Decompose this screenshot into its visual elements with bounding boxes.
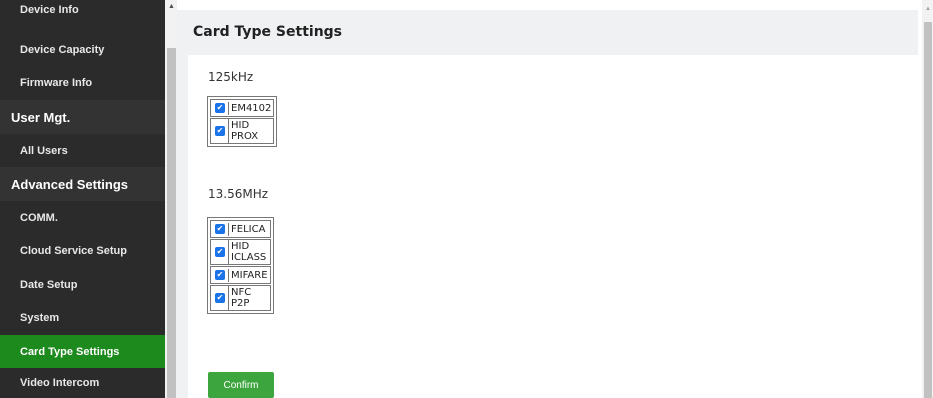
sidebar-item-system[interactable]: System [0,301,165,335]
sidebar-scrollbar-thumb[interactable] [167,48,176,398]
sidebar-scrollbar[interactable]: ▲ [165,0,177,398]
checkbox-icon[interactable]: ✔ [215,247,225,257]
card-name: FELICA [228,222,267,236]
confirm-button[interactable]: Confirm [208,372,274,398]
card-table-125khz: ✔ EM4102 ✔ HID PROX [207,96,278,147]
checkbox-icon[interactable]: ✔ [215,126,225,136]
card-name: EM4102 [228,101,273,115]
scroll-up-arrow-icon[interactable]: ▲ [925,6,931,12]
card-table-13-56mhz: ✔ FELICA ✔ HID ICLASS ✔ MIFARE ✔ NFC P2P [207,217,274,314]
sidebar: Device Info Device Capacity Firmware Inf… [0,0,165,398]
sidebar-item-device-info[interactable]: Device Info [0,0,165,29]
card-name: HID PROX [228,119,260,143]
card-option-em4102[interactable]: ✔ EM4102 [210,99,275,117]
checkbox-icon[interactable]: ✔ [215,270,225,280]
sidebar-item-device-capacity[interactable]: Device Capacity [0,33,165,66]
checkbox-icon[interactable]: ✔ [215,293,225,303]
page-title: Card Type Settings [193,24,343,40]
sidebar-group-advanced-settings[interactable]: Advanced Settings [0,167,165,201]
main-scrollbar-thumb[interactable] [924,22,932,398]
sidebar-item-firmware-info[interactable]: Firmware Info [0,66,165,100]
sidebar-item-card-type-settings[interactable]: Card Type Settings [0,335,165,368]
sidebar-item-date-setup[interactable]: Date Setup [0,268,165,301]
checkbox-icon[interactable]: ✔ [215,103,225,113]
sidebar-item-cloud-service-setup[interactable]: Cloud Service Setup [0,234,165,268]
sidebar-item-comm[interactable]: COMM. [0,201,165,234]
card-name: MIFARE [228,268,270,282]
settings-panel [177,55,918,398]
card-option-nfc-p2p[interactable]: ✔ NFC P2P [210,285,271,311]
sidebar-item-all-users[interactable]: All Users [0,134,165,167]
card-option-mifare[interactable]: ✔ MIFARE [210,266,271,284]
sidebar-group-user-mgt[interactable]: User Mgt. [0,100,165,134]
main-scrollbar[interactable]: ▲ [922,0,933,398]
card-name: NFC P2P [228,286,253,310]
scroll-up-arrow-icon[interactable]: ▲ [168,3,175,10]
card-name: HID ICLASS [228,240,268,264]
card-option-hid-prox[interactable]: ✔ HID PROX [210,118,275,144]
sidebar-item-video-intercom[interactable]: Video Intercom [0,368,165,398]
checkbox-icon[interactable]: ✔ [215,224,225,234]
section-label-125khz: 125kHz [208,70,254,84]
main-content: Card Type Settings 125kHz ✔ EM4102 ✔ HID… [177,0,922,398]
card-option-felica[interactable]: ✔ FELICA [210,220,271,238]
section-label-13-56mhz: 13.56MHz [208,187,269,201]
card-option-hid-iclass[interactable]: ✔ HID ICLASS [210,239,271,265]
